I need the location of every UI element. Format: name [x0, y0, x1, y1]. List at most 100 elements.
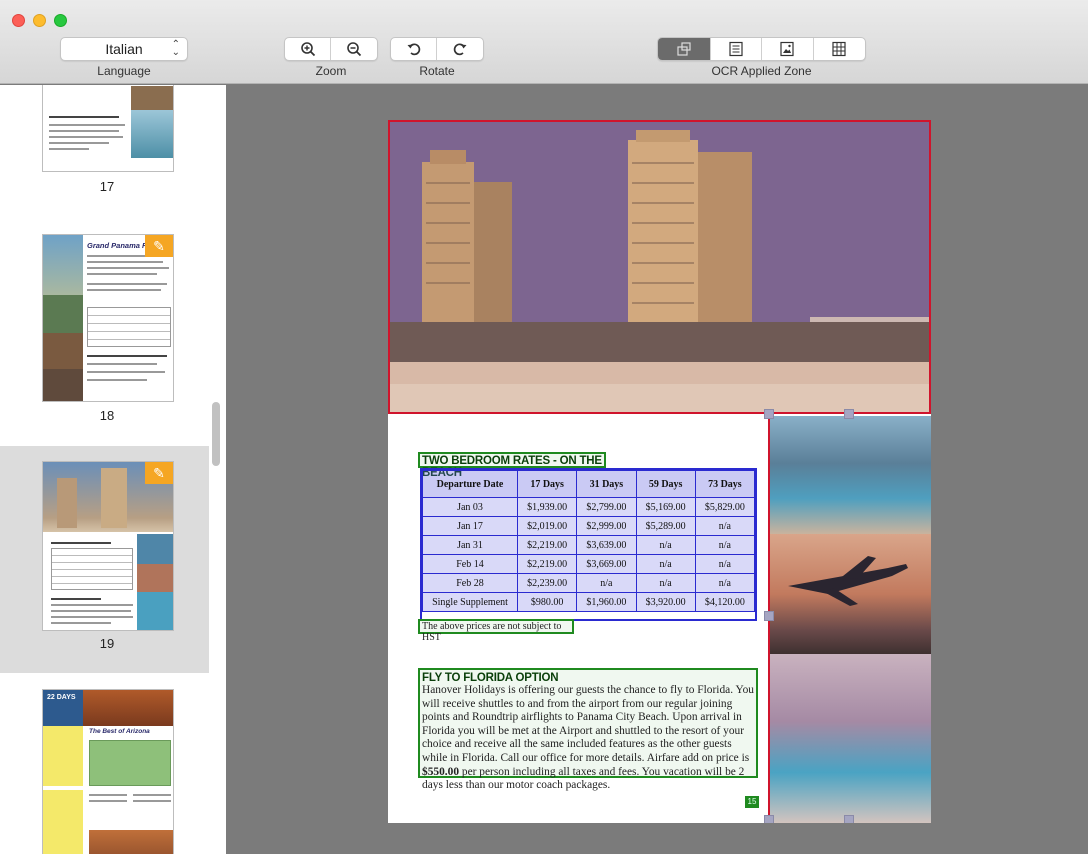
rotate-control [390, 37, 484, 61]
page-thumbnail-item[interactable]: 22 DAYS The Best of Arizona [0, 683, 209, 854]
table-zone-icon [832, 41, 846, 57]
table-row: Jan 03 $1,939.00 $2,799.00 $5,169.00 $5,… [422, 497, 756, 517]
image-zone-icon [780, 41, 794, 57]
page-number-badge: 15 [745, 796, 759, 808]
fly-price: $550.00 [422, 765, 460, 778]
table-cell: Jan 17 [422, 516, 518, 536]
resort-pool-photo [768, 654, 931, 823]
language-value: Italian [105, 41, 143, 57]
sidebar-scrollbar[interactable] [212, 402, 220, 466]
zone-resize-handle[interactable] [764, 409, 774, 419]
rotate-left-icon [407, 43, 420, 56]
ocr-image-zone-hero[interactable] [388, 120, 931, 414]
page-number-label: 18 [99, 408, 115, 423]
table-cell: n/a [694, 535, 756, 555]
table-cell: n/a [694, 554, 756, 574]
page-thumbnail-item[interactable]: 17 [0, 85, 209, 215]
table-cell: Feb 28 [422, 573, 518, 593]
ocr-auto-zone-button[interactable] [658, 38, 711, 60]
zoom-label: Zoom [315, 64, 347, 78]
table-cell: Feb 14 [422, 554, 518, 574]
ocr-table-zone-button[interactable] [814, 38, 866, 60]
table-cell: Single Supplement [422, 592, 518, 612]
page-number-label: 17 [99, 179, 115, 194]
rotate-label: Rotate [419, 64, 455, 78]
table-cell: $3,639.00 [576, 535, 637, 555]
table-cell: $5,829.00 [694, 497, 756, 517]
table-cell: Jan 31 [422, 535, 518, 555]
page-thumbnail-image: 22 DAYS The Best of Arizona [42, 689, 174, 854]
hst-note: The above prices are not subject to HST [422, 621, 562, 643]
fly-body-text: Hanover Holidays is offering our guests … [422, 684, 754, 764]
zoom-in-icon [300, 42, 315, 57]
table-cell: $5,169.00 [635, 497, 696, 517]
airplane-photo [768, 534, 931, 654]
page-thumbnail-item-selected[interactable]: ✎ 19 [0, 446, 209, 673]
language-select[interactable]: Italian ⌃ ⌄ [60, 37, 188, 61]
window-minimize-button[interactable] [33, 14, 46, 27]
table-cell: $2,219.00 [516, 554, 578, 574]
zone-resize-handle[interactable] [764, 815, 774, 823]
page-thumbnail-item[interactable]: Grand Panama Resor ✎ 18 [0, 225, 209, 435]
document-page: TWO BEDROOM RATES - ON THE BEACH Departu… [388, 120, 931, 823]
ocr-zone-control [657, 37, 866, 61]
ocr-table-zone-rates[interactable]: Departure Date 17 Days 31 Days 59 Days 7… [420, 468, 757, 621]
table-cell: n/a [635, 535, 696, 555]
zone-resize-handle[interactable] [764, 611, 774, 621]
table-header-cell: 73 Days [694, 470, 756, 498]
rotate-left-button[interactable] [391, 38, 437, 60]
rates-table: Departure Date 17 Days 31 Days 59 Days 7… [422, 470, 756, 612]
page-thumbnail-image: Grand Panama Resor ✎ [42, 234, 174, 402]
ocr-text-zone-rates-heading[interactable]: TWO BEDROOM RATES - ON THE BEACH [418, 452, 606, 479]
edit-pencil-icon[interactable]: ✎ [145, 235, 173, 257]
fly-body: Hanover Holidays is offering our guests … [422, 684, 754, 793]
table-cell: $2,239.00 [516, 573, 578, 593]
table-cell: $2,799.00 [576, 497, 637, 517]
window-zoom-button[interactable] [54, 14, 67, 27]
zoom-out-icon [347, 42, 362, 57]
page-thumbnail-image: ✎ [42, 461, 174, 631]
zoom-out-button[interactable] [331, 38, 377, 60]
ocr-image-zone-button[interactable] [762, 38, 814, 60]
text-zone-icon [729, 41, 743, 57]
table-cell: $1,960.00 [576, 592, 637, 612]
rotate-right-icon [453, 43, 467, 56]
fly-heading: FLY TO FLORIDA OPTION [422, 672, 559, 684]
app-window: Italian ⌃ ⌄ Language Zoom Rotate OCR App… [0, 0, 1088, 854]
table-cell: $1,939.00 [516, 497, 578, 517]
table-cell: $980.00 [516, 592, 578, 612]
zone-resize-handle[interactable] [844, 815, 854, 823]
zoom-in-button[interactable] [285, 38, 331, 60]
window-close-button[interactable] [12, 14, 25, 27]
thumbnail-badge: 22 DAYS [47, 694, 76, 701]
table-row: Feb 28 $2,239.00 n/a n/a n/a [422, 573, 756, 593]
ocr-text-zone-hst-note[interactable]: The above prices are not subject to HST [418, 619, 574, 643]
auto-zone-icon [677, 42, 691, 56]
ocr-text-zone-button[interactable] [711, 38, 762, 60]
table-header-cell: 31 Days [576, 470, 637, 498]
table-header-cell: 59 Days [635, 470, 696, 498]
zoom-control [284, 37, 378, 61]
table-cell: $5,289.00 [635, 516, 696, 536]
table-cell: $3,669.00 [576, 554, 637, 574]
edit-pencil-icon[interactable]: ✎ [145, 462, 173, 484]
table-cell: n/a [635, 554, 696, 574]
chevron-updown-icon: ⌃ ⌄ [171, 39, 180, 58]
toolbar: Italian ⌃ ⌄ Language Zoom Rotate OCR App… [0, 0, 1088, 84]
zone-resize-handle[interactable] [844, 409, 854, 419]
rotate-right-button[interactable] [437, 38, 483, 60]
pool-palms-photo [768, 416, 931, 534]
table-header-cell: Departure Date [422, 470, 518, 498]
ocr-zone-label: OCR Applied Zone [711, 64, 812, 78]
table-cell: n/a [694, 573, 756, 593]
table-header-row: Departure Date 17 Days 31 Days 59 Days 7… [422, 470, 756, 498]
thumbnail-title: The Best of Arizona [89, 728, 150, 735]
table-cell: $2,219.00 [516, 535, 578, 555]
table-cell: $3,920.00 [635, 592, 696, 612]
table-row: Jan 31 $2,219.00 $3,639.00 n/a n/a [422, 535, 756, 555]
ocr-text-zone-fly-option[interactable]: FLY TO FLORIDA OPTION Hanover Holidays i… [418, 668, 758, 791]
table-cell: $2,019.00 [516, 516, 578, 536]
page-thumbnails-sidebar: 17 Grand Panama Resor ✎ 18 ✎ 19 22 DAYS … [0, 85, 226, 854]
table-cell: $4,120.00 [694, 592, 756, 612]
table-cell: n/a [694, 516, 756, 536]
